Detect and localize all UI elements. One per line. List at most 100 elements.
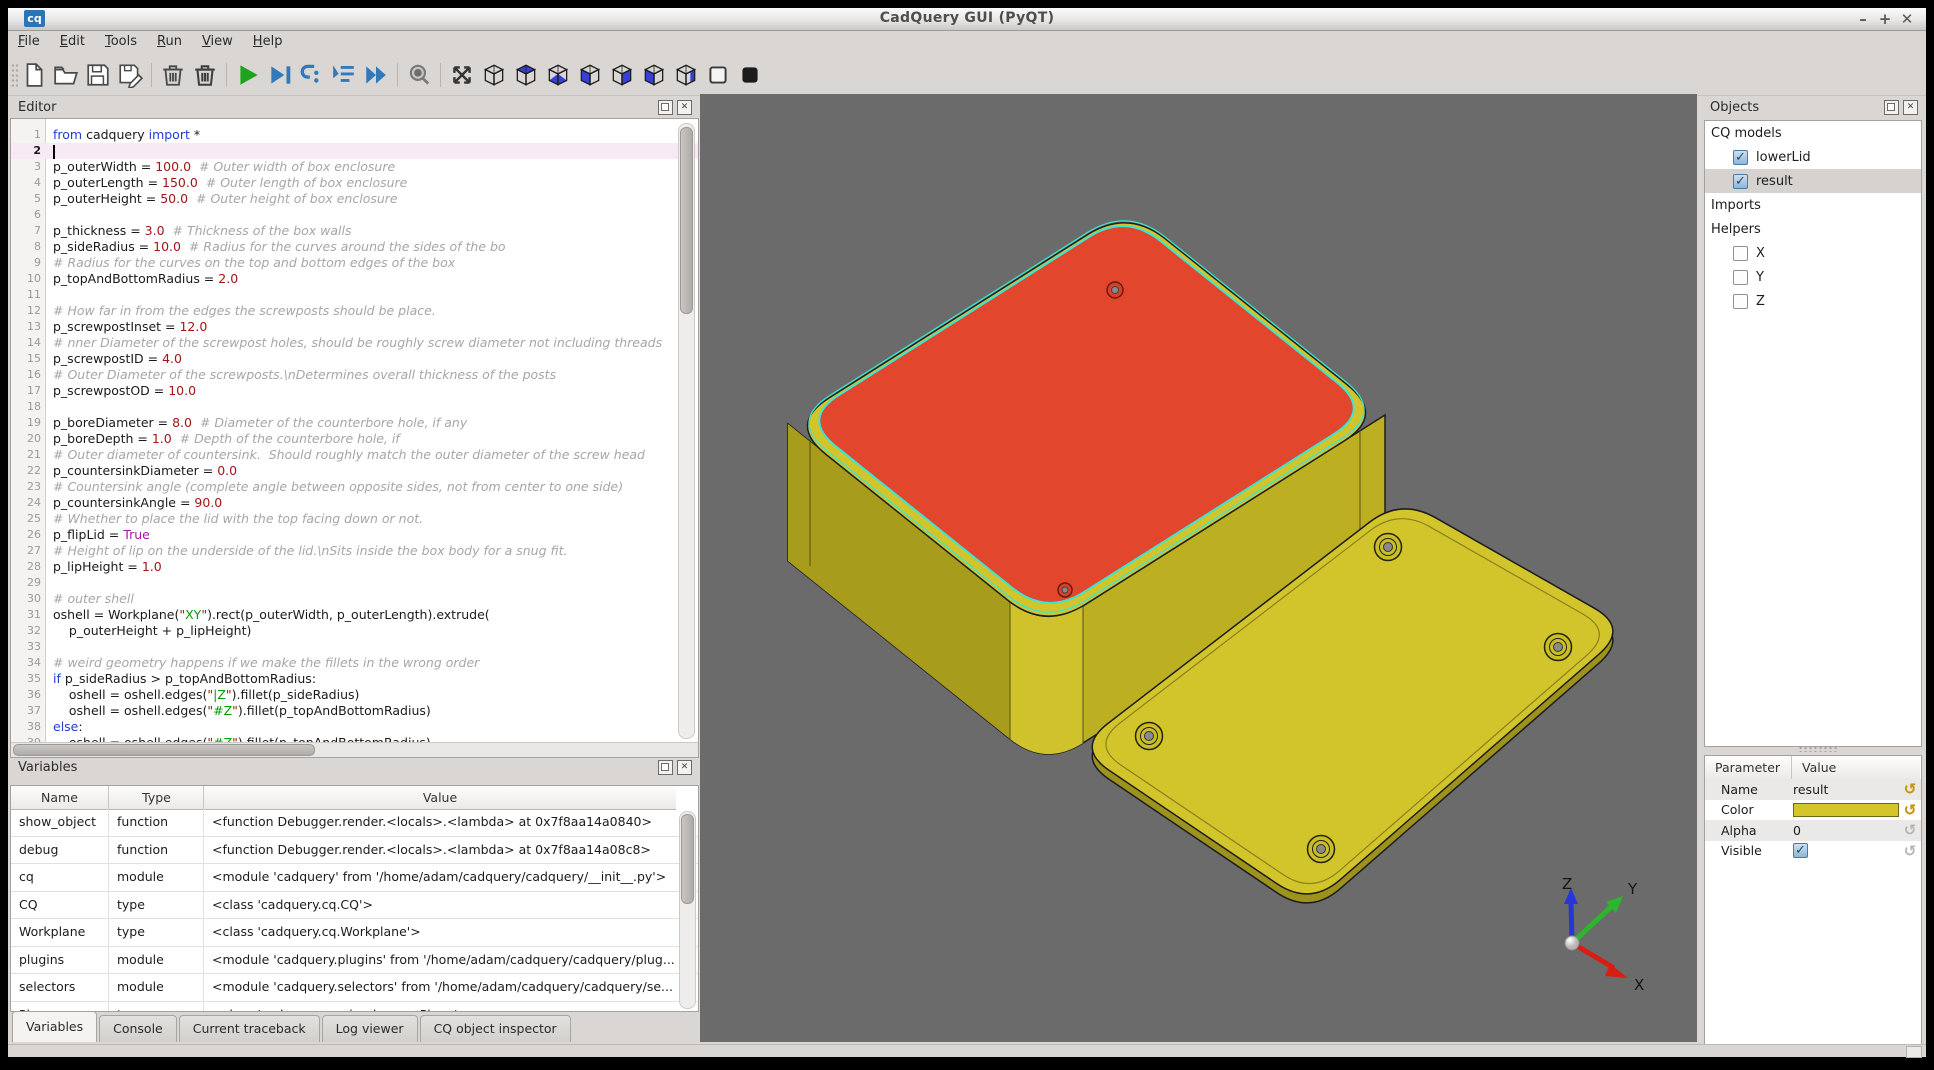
new-file-button[interactable] — [19, 60, 49, 90]
menu-help[interactable]: Help — [243, 30, 293, 53]
editor-line-38[interactable]: 38else: — [11, 719, 698, 735]
shaded-button[interactable] — [735, 60, 765, 90]
view-bottom-button[interactable] — [543, 60, 573, 90]
objects-float-icon[interactable] — [1884, 100, 1899, 115]
editor-line-18[interactable]: 18 — [11, 399, 698, 415]
save-as-button[interactable] — [115, 60, 145, 90]
editor-float-icon[interactable] — [658, 100, 673, 115]
tab-current-traceback[interactable]: Current traceback — [179, 1015, 320, 1042]
editor-line-10[interactable]: 10p_topAndBottomRadius = 2.0 — [11, 271, 698, 287]
color-swatch[interactable] — [1793, 803, 1899, 817]
variable-row-Workplane[interactable]: Workplanetype<class 'cadquery.cq.Workpla… — [11, 919, 698, 947]
editor-line-12[interactable]: 12# How far in from the edges the screwp… — [11, 303, 698, 319]
tree-row-result[interactable]: ✓result — [1705, 169, 1921, 193]
editor-line-22[interactable]: 22p_countersinkDiameter = 0.0 — [11, 463, 698, 479]
editor-line-24[interactable]: 24p_countersinkAngle = 90.0 — [11, 495, 698, 511]
editor-line-34[interactable]: 34# weird geometry happens if we make th… — [11, 655, 698, 671]
parameters-column-parameter[interactable]: Parameter — [1705, 756, 1791, 780]
variable-row-show_object[interactable]: show_objectfunction<function Debugger.re… — [11, 809, 698, 837]
parameters-column-value[interactable]: Value — [1791, 756, 1920, 780]
editor-line-11[interactable]: 11 — [11, 287, 698, 303]
variable-row-selectors[interactable]: selectorsmodule<module 'cadquery.selecto… — [11, 974, 698, 1002]
editor-line-14[interactable]: 14# nner Diameter of the screwpost holes… — [11, 335, 698, 351]
view-top-button[interactable] — [511, 60, 541, 90]
fit-view-button[interactable] — [447, 60, 477, 90]
tree-row-imports[interactable]: Imports — [1705, 193, 1921, 217]
parameter-row-alpha[interactable]: Alpha0↺ — [1705, 820, 1921, 841]
viewport-canvas[interactable]: ZYX — [700, 94, 1697, 1042]
close-button[interactable]: ✕ — [1896, 9, 1918, 29]
view-right-button[interactable] — [607, 60, 637, 90]
checkbox-result[interactable]: ✓ — [1733, 174, 1748, 189]
editor-hscroll-thumb[interactable] — [13, 744, 315, 756]
editor-line-15[interactable]: 15p_screwpostID = 4.0 — [11, 351, 698, 367]
parameter-row-visible[interactable]: Visible✓↺ — [1705, 841, 1921, 862]
variables-column-name[interactable]: Name — [11, 786, 108, 810]
editor-line-19[interactable]: 19p_boreDiameter = 8.0 # Diameter of the… — [11, 415, 698, 431]
parameter-row-name[interactable]: Nameresult↺ — [1705, 779, 1921, 800]
editor-line-16[interactable]: 16# Outer Diameter of the screwposts.\nD… — [11, 367, 698, 383]
editor-line-1[interactable]: 1from cadquery import * — [11, 127, 698, 143]
editor-line-25[interactable]: 25# Whether to place the lid with the to… — [11, 511, 698, 527]
editor-line-13[interactable]: 13p_screwpostInset = 12.0 — [11, 319, 698, 335]
checkbox-x[interactable] — [1733, 246, 1748, 261]
view-back-button[interactable] — [671, 60, 701, 90]
code-editor[interactable]: 1from cadquery import *23p_outerWidth = … — [10, 118, 699, 758]
reset-icon[interactable]: ↺ — [1901, 820, 1919, 840]
variable-row-CQ[interactable]: CQtype<class 'cadquery.cq.CQ'> — [11, 892, 698, 920]
tree-row-y[interactable]: Y — [1705, 265, 1921, 289]
menu-run[interactable]: Run — [147, 30, 192, 53]
editor-line-2[interactable]: 2 — [11, 143, 698, 159]
inspect-button[interactable] — [404, 60, 434, 90]
tab-cq-object-inspector[interactable]: CQ object inspector — [420, 1015, 571, 1042]
variable-row-plugins[interactable]: pluginsmodule<module 'cadquery.plugins' … — [11, 947, 698, 975]
variables-scrollbar[interactable] — [679, 811, 696, 1009]
editor-line-9[interactable]: 9# Radius for the curves on the top and … — [11, 255, 698, 271]
open-file-button[interactable] — [51, 60, 81, 90]
editor-line-4[interactable]: 4p_outerLength = 150.0 # Outer length of… — [11, 175, 698, 191]
editor-line-26[interactable]: 26p_flipLid = True — [11, 527, 698, 543]
editor-line-6[interactable]: 6 — [11, 207, 698, 223]
reset-icon[interactable]: ↺ — [1901, 779, 1919, 799]
debug-button[interactable] — [265, 60, 295, 90]
maximize-button[interactable]: + — [1874, 9, 1896, 29]
delete-all-button[interactable] — [190, 60, 220, 90]
editor-line-33[interactable]: 33 — [11, 639, 698, 655]
objects-close-icon[interactable]: ✕ — [1903, 100, 1918, 115]
resize-grip[interactable] — [1906, 1046, 1922, 1058]
reset-icon[interactable]: ↺ — [1901, 800, 1919, 820]
variables-column-value[interactable]: Value — [203, 786, 676, 810]
variables-scroll-thumb[interactable] — [681, 814, 694, 904]
tree-row-helpers[interactable]: Helpers — [1705, 217, 1921, 241]
tree-row-lowerlid[interactable]: ✓lowerLid — [1705, 145, 1921, 169]
menu-tools[interactable]: Tools — [95, 30, 147, 53]
view-left-button[interactable] — [639, 60, 669, 90]
continue-button[interactable] — [361, 60, 391, 90]
view-iso-button[interactable] — [479, 60, 509, 90]
variables-column-type[interactable]: Type — [108, 786, 204, 810]
save-button[interactable] — [83, 60, 113, 90]
delete-object-button[interactable] — [158, 60, 188, 90]
editor-line-20[interactable]: 20p_boreDepth = 1.0 # Depth of the count… — [11, 431, 698, 447]
editor-vscroll-thumb[interactable] — [680, 127, 693, 314]
editor-vertical-scrollbar[interactable] — [678, 123, 695, 739]
tab-variables[interactable]: Variables — [12, 1011, 97, 1042]
parameter-row-color[interactable]: Color↺ — [1705, 800, 1921, 821]
3d-viewport[interactable]: ZYX — [700, 94, 1697, 1042]
editor-line-37[interactable]: 37 oshell = oshell.edges("#Z").fillet(p_… — [11, 703, 698, 719]
editor-line-27[interactable]: 27# Height of lip on the underside of th… — [11, 543, 698, 559]
tab-console[interactable]: Console — [99, 1015, 177, 1042]
title-bar[interactable]: cq CadQuery GUI (PyQT) – + ✕ — [8, 8, 1926, 31]
menu-view[interactable]: View — [192, 30, 243, 53]
menu-file[interactable]: File — [8, 30, 50, 53]
checkbox-lowerlid[interactable]: ✓ — [1733, 150, 1748, 165]
visible-checkbox[interactable]: ✓ — [1793, 843, 1808, 858]
checkbox-z[interactable] — [1733, 294, 1748, 309]
editor-line-8[interactable]: 8p_sideRadius = 10.0 # Radius for the cu… — [11, 239, 698, 255]
minimize-button[interactable]: – — [1852, 9, 1874, 29]
editor-line-21[interactable]: 21# Outer diameter of countersink. Shoul… — [11, 447, 698, 463]
tree-row-z[interactable]: Z — [1705, 289, 1921, 313]
step-into-button[interactable] — [297, 60, 327, 90]
menu-edit[interactable]: Edit — [50, 30, 95, 53]
editor-line-36[interactable]: 36 oshell = oshell.edges("|Z").fillet(p_… — [11, 687, 698, 703]
